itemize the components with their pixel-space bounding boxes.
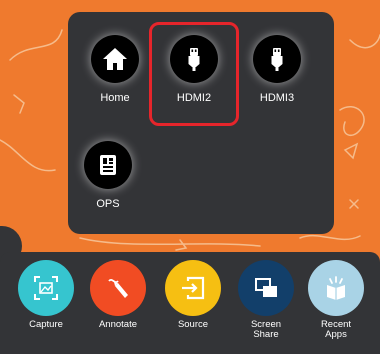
- dock-item-capture[interactable]: Capture: [14, 260, 78, 330]
- annotate-pen-icon: [90, 260, 146, 316]
- source-input-icon: [165, 260, 221, 316]
- selection-highlight: [149, 22, 239, 126]
- dock-label-capture: Capture: [29, 319, 63, 330]
- dock-item-screen-share[interactable]: Screen Share: [234, 260, 298, 340]
- source-item-home[interactable]: Home: [75, 35, 155, 104]
- dock-label-source: Source: [177, 319, 209, 330]
- source-label-home: Home: [100, 92, 130, 104]
- dock-item-source[interactable]: Source: [161, 260, 225, 330]
- dock-item-annotate[interactable]: Annotate: [86, 260, 150, 330]
- recent-apps-icon: [308, 260, 364, 316]
- source-item-ops[interactable]: OPS: [68, 141, 148, 210]
- dock-bar: Capture Annotate Source Screen Share Rec…: [0, 252, 380, 354]
- source-label-ops: OPS: [96, 198, 120, 210]
- capture-icon: [18, 260, 74, 316]
- dock-label-annotate: Annotate: [98, 319, 138, 330]
- hdmi-plug-icon: [253, 35, 301, 83]
- screen-share-icon: [238, 260, 294, 316]
- dock-label-screen-share: Screen Share: [250, 319, 282, 340]
- ops-module-icon: [84, 141, 132, 189]
- dock-item-recent-apps[interactable]: Recent Apps: [304, 260, 368, 340]
- source-label-hdmi3: HDMI3: [259, 92, 295, 104]
- source-item-hdmi3[interactable]: HDMI3: [237, 35, 317, 104]
- dock-label-recent-apps: Recent Apps: [320, 319, 352, 340]
- home-icon: [91, 35, 139, 83]
